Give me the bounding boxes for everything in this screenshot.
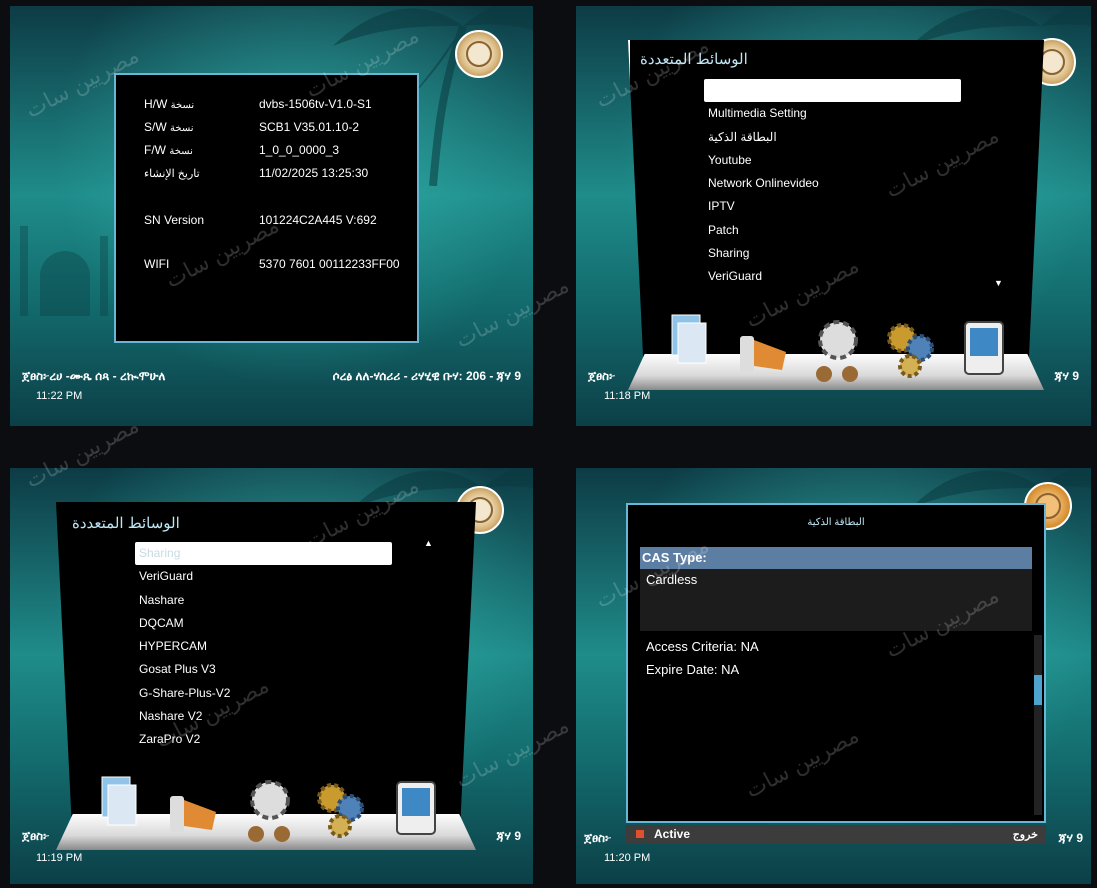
dialog-title: البطاقة الذكية: [807, 517, 865, 528]
info-key-ar: نسخة: [170, 123, 194, 134]
expire-date: Expire Date: NA: [646, 662, 740, 677]
menu-item-veriguard[interactable]: VeriGuard: [704, 265, 961, 288]
emblem-icon: [455, 30, 503, 78]
system-info-dialog: H/W نسخة dvbs-1506tv-V1.0-S1 S/W نسخة SC…: [114, 73, 419, 343]
strip-left-text: ጀፀስ፦: [588, 368, 616, 383]
smart-card-dialog: البطاقة الذكية CAS Type: Cardless Access…: [626, 503, 1046, 823]
menu-item-smart-card[interactable]: البطاقة الذكية: [704, 126, 961, 149]
menu-item-iptv[interactable]: IPTV: [704, 195, 961, 218]
channel-info-strip: ጀፀስ፦ ጃሃ 9: [576, 366, 1091, 386]
strip-left-text: ጀፀስ፦: [584, 830, 612, 845]
info-row-build-date: تاريخ الإنشاء 11/02/2025 13:25:30: [144, 166, 368, 180]
menu-item-patch[interactable]: Patch: [704, 219, 961, 242]
info-key: H/W: [144, 97, 168, 111]
panel-system-info: H/W نسخة dvbs-1506tv-V1.0-S1 S/W نسخة SC…: [10, 6, 533, 426]
clock: 11:19 PM: [36, 852, 83, 864]
info-row-hw: H/W نسخة dvbs-1506tv-V1.0-S1: [144, 97, 372, 111]
info-value: 1_0_0_0000_3: [259, 143, 340, 157]
menu-title: الوسائط المتعددة: [72, 515, 180, 532]
info-key-ar: نسخة: [170, 100, 195, 111]
info-value: dvbs-1506tv-V1.0-S1: [259, 97, 372, 111]
menu-item-hypercam[interactable]: HYPERCAM: [135, 635, 392, 658]
menu-item-zarapro-v2[interactable]: ZaraPro V2: [135, 728, 392, 751]
info-value: SCB1 V35.01.10-2: [259, 120, 360, 134]
menu-list: Multimedia Setting البطاقة الذكية Youtub…: [704, 79, 961, 289]
info-row-wifi: WIFI 5370 7601 00112233FF00: [144, 257, 400, 271]
clock: 11:20 PM: [604, 852, 651, 864]
channel-info-strip: ጀፀስ፦ረሀ -ሙጼ ሰጻ - ረኲሞሁለ ሶረፅ ለለ-ሃሰሪሪ - ሪሃሂዊ…: [10, 366, 533, 386]
menu-item-sharing[interactable]: Sharing: [135, 542, 392, 566]
menu-item-g-share-plus-v2[interactable]: G-Share-Plus-V2: [135, 682, 392, 705]
info-key: WIFI: [144, 257, 170, 271]
strip-left-text: ጀፀስ፦: [22, 828, 50, 843]
info-value: 11/02/2025 13:25:30: [259, 166, 369, 180]
panel-multimedia-menu-1: الوسائط المتعددة Multimedia Setting البط…: [576, 6, 1091, 426]
info-key-ar: نسخة: [169, 146, 193, 157]
cas-type-row[interactable]: CAS Type:: [640, 547, 1032, 569]
menu-title: الوسائط المتعددة: [640, 51, 748, 68]
menu-item-sharing[interactable]: Sharing: [704, 242, 961, 265]
info-key: S/W: [144, 120, 167, 134]
info-key: SN Version: [144, 213, 205, 227]
info-key: F/W: [144, 143, 166, 157]
menu-item-multimedia-setting[interactable]: Multimedia Setting: [704, 102, 961, 125]
info-value: 101224C2A445 V:692: [259, 213, 377, 227]
menu-item-selected[interactable]: [704, 79, 961, 103]
cas-value-panel: [640, 569, 1032, 631]
info-row-sn: SN Version 101224C2A445 V:692: [144, 213, 377, 227]
strip-right-text: ጃሃ 9: [496, 828, 521, 843]
info-value: 5370 7601 00112233FF00: [259, 257, 400, 271]
strip-left-text: ጀፀስ፦ረሀ -ሙጼ ሰጻ - ረኲሞሁለ: [22, 368, 166, 383]
strip-right-text: ጃሃ 9: [1058, 830, 1083, 845]
menu-item-nashare[interactable]: Nashare: [135, 589, 392, 612]
info-key-ar: تاريخ الإنشاء: [144, 168, 200, 180]
info-row-sw: S/W نسخة SCB1 V35.01.10-2: [144, 120, 359, 134]
strip-right-text: ሶረፅ ለለ-ሃሰሪሪ - ሪሃሂዊ ቡሃ: 206 - ጃሃ 9: [332, 368, 521, 383]
panel-multimedia-menu-2: الوسائط المتعددة Sharing VeriGuard Nasha…: [10, 468, 533, 884]
menu-item-dqcam[interactable]: DQCAM: [135, 612, 392, 635]
channel-info-strip: ጀፀስ፦ ጃሃ 9: [576, 828, 1091, 848]
menu-item-nashare-v2[interactable]: Nashare V2: [135, 705, 392, 728]
menu-item-gosat-plus-v3[interactable]: Gosat Plus V3: [135, 658, 392, 681]
clock: 11:18 PM: [604, 390, 651, 402]
strip-right-text: ጃሃ 9: [1054, 368, 1079, 383]
panel-smart-card: البطاقة الذكية CAS Type: Cardless Access…: [576, 468, 1091, 884]
clock: 11:22 PM: [36, 390, 83, 402]
menu-item-veriguard[interactable]: VeriGuard: [135, 565, 392, 588]
channel-info-strip: ጀፀስ፦ ጃሃ 9: [10, 826, 533, 846]
cas-type-value: Cardless: [646, 572, 698, 587]
scrollbar[interactable]: [1034, 635, 1042, 815]
info-row-fw: F/W نسخة 1_0_0_0000_3: [144, 143, 339, 157]
menu-list: Sharing VeriGuard Nashare DQCAM HYPERCAM…: [135, 542, 392, 752]
scrollbar-thumb[interactable]: [1034, 675, 1042, 705]
scroll-down-icon[interactable]: ▼: [994, 278, 1003, 288]
menu-item-youtube[interactable]: Youtube: [704, 149, 961, 172]
menu-item-network-onlinevideo[interactable]: Network Onlinevideo: [704, 172, 961, 195]
scroll-up-icon[interactable]: ▲: [424, 538, 433, 548]
access-criteria: Access Criteria: NA: [646, 639, 759, 654]
